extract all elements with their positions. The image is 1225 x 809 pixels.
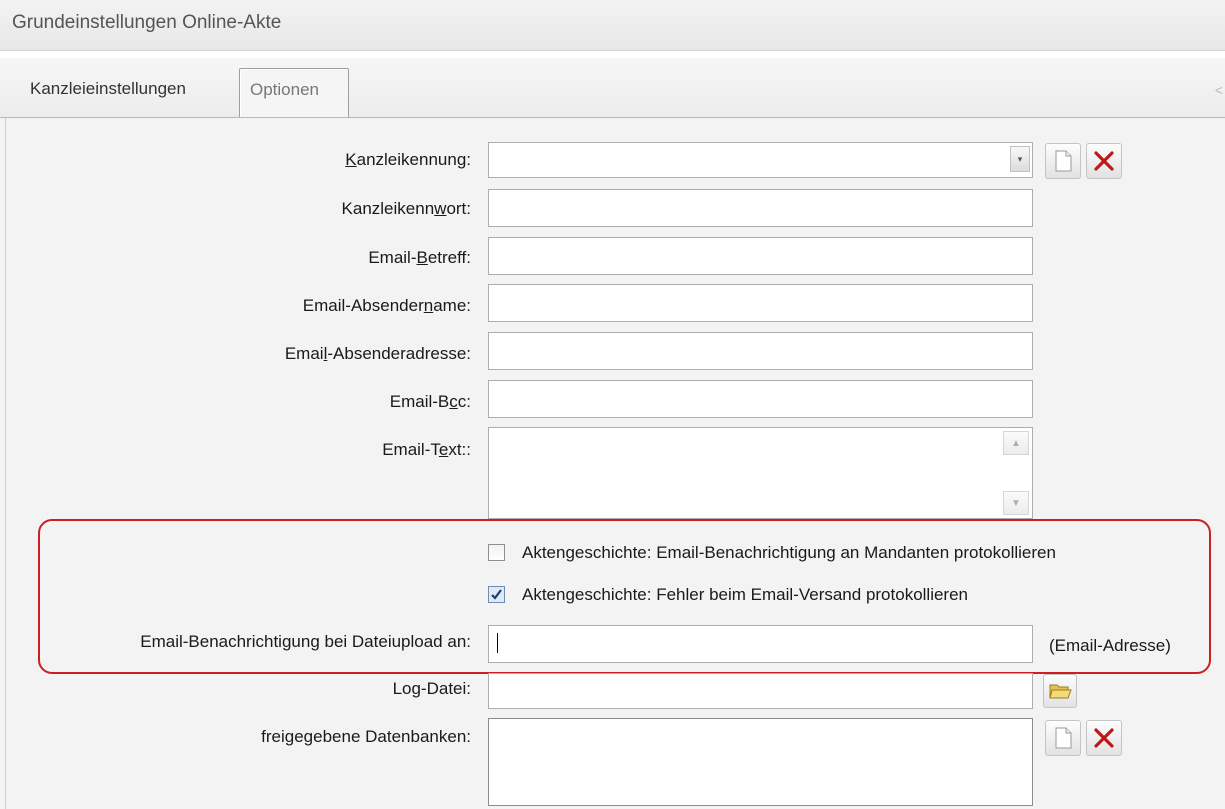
open-folder-icon — [1049, 684, 1072, 699]
delete-x-icon — [1094, 728, 1114, 748]
checkbox-fehler[interactable] — [488, 586, 505, 603]
email-bcc-label: Email-Bcc: — [389, 392, 471, 411]
email-text-scrollbar[interactable]: ▲ ▼ — [1003, 431, 1029, 515]
checkbox-benachrichtigung[interactable] — [488, 544, 505, 561]
email-absenderadresse-input[interactable] — [488, 332, 1033, 370]
email-absendername-input[interactable] — [488, 284, 1033, 322]
checkbox-fehler-label: Aktengeschichte: Fehler beim Email-Versa… — [522, 585, 969, 604]
tab-kanzleieinstellungen[interactable]: Kanzleieinstellungen — [30, 79, 186, 99]
tab-optionen[interactable]: Optionen — [239, 68, 349, 117]
scroll-down-arrow-icon[interactable]: ▼ — [1003, 491, 1029, 515]
kanzleikennwort-label: Kanzleikennwort: — [341, 199, 471, 218]
log-datei-browse-button[interactable] — [1043, 674, 1077, 708]
kanzleikennung-combobox[interactable]: ▾ — [488, 142, 1033, 178]
email-absendername-label: Email-Absendername: — [302, 296, 471, 315]
tab-scroll-left-icon[interactable]: < — [1215, 82, 1223, 98]
delete-x-icon — [1094, 151, 1114, 171]
datenbanken-list[interactable] — [488, 718, 1033, 806]
kanzleikennung-delete-button[interactable] — [1086, 143, 1122, 179]
checkmark-icon — [491, 589, 502, 600]
panel-left-edge — [5, 118, 6, 809]
scroll-up-arrow-icon[interactable]: ▲ — [1003, 431, 1029, 455]
text-caret — [497, 633, 498, 653]
window-titlebar: Grundeinstellungen Online-Akte — [0, 0, 1225, 51]
new-document-icon — [1055, 727, 1072, 749]
checkbox-benachrichtigung-label: Aktengeschichte: Email-Benachrichtigung … — [522, 543, 1056, 562]
datenbanken-label: freigegebene Datenbanken: — [261, 727, 471, 746]
dateiupload-email-input[interactable] — [488, 625, 1033, 663]
dateiupload-hint: (Email-Adresse) — [1049, 636, 1171, 655]
log-datei-input[interactable] — [488, 673, 1033, 709]
tab-strip: Kanzleieinstellungen Optionen < — [0, 58, 1225, 118]
email-betreff-label: Email-Betreff: — [368, 248, 471, 267]
email-text-textarea[interactable]: ▲ ▼ — [488, 427, 1033, 519]
kanzleikennung-label: Kanzleikennung: — [345, 150, 471, 169]
email-absenderadresse-label: Email-Absenderadresse: — [284, 344, 471, 363]
chevron-down-icon: ▾ — [1017, 153, 1023, 164]
log-datei-label: Log-Datei: — [392, 679, 471, 698]
email-betreff-input[interactable] — [488, 237, 1033, 275]
datenbanken-new-button[interactable] — [1045, 720, 1081, 756]
email-bcc-input[interactable] — [488, 380, 1033, 418]
new-document-icon — [1055, 150, 1072, 172]
window-title: Grundeinstellungen Online-Akte — [12, 12, 282, 33]
email-text-label: Email-Text:: — [382, 440, 471, 459]
kanzleikennung-dropdown-button[interactable]: ▾ — [1010, 146, 1030, 172]
kanzleikennwort-input[interactable] — [488, 189, 1033, 227]
datenbanken-delete-button[interactable] — [1086, 720, 1122, 756]
dateiupload-label: Email-Benachrichtigung bei Dateiupload a… — [140, 632, 471, 651]
kanzleikennung-new-button[interactable] — [1045, 143, 1081, 179]
tab-optionen-label: Optionen — [250, 80, 319, 99]
